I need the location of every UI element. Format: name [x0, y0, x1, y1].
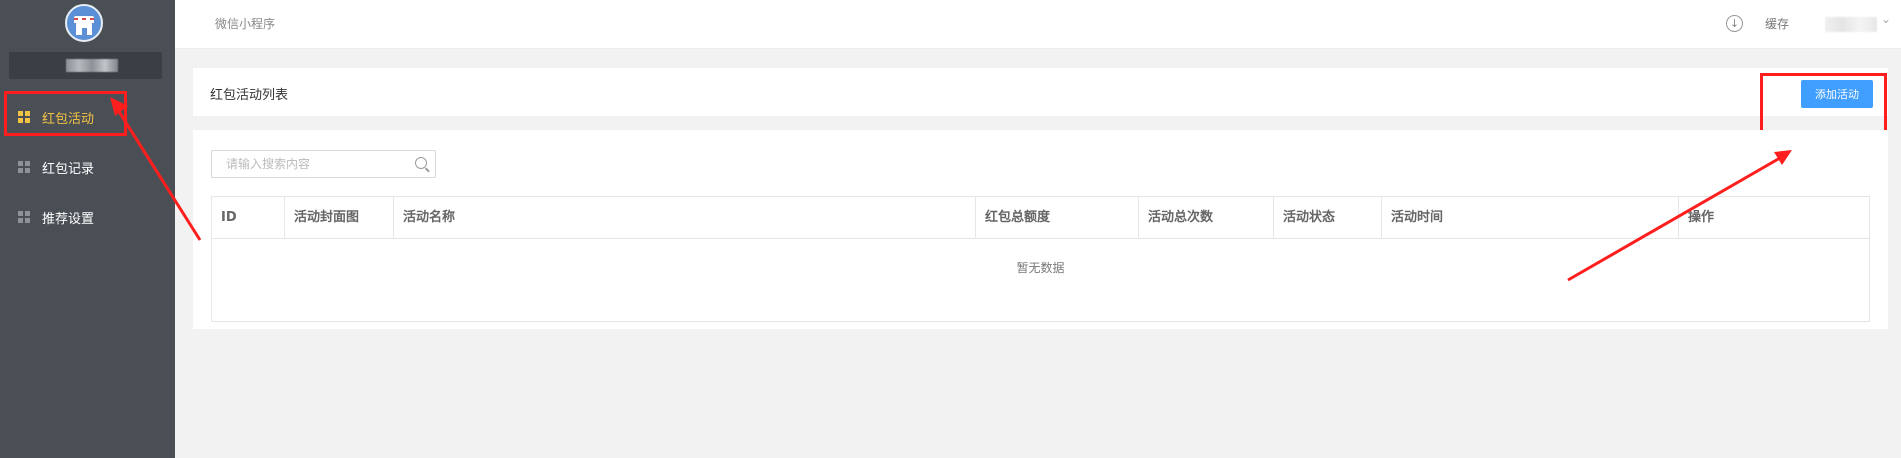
column-header-name: 活动名称: [394, 197, 976, 239]
grid-icon: [18, 211, 30, 223]
header-title: 微信小程序: [215, 17, 276, 31]
empty-state: 暂无数据: [212, 239, 1869, 323]
username-badge: [9, 52, 162, 79]
sidebar: 红包活动 红包记录 推荐设置: [0, 0, 175, 458]
top-header: 微信小程序 ↓ 缓存 ⌄: [175, 0, 1901, 49]
title-card: 红包活动列表 添加活动: [193, 68, 1888, 116]
column-header-time: 活动时间: [1382, 197, 1679, 239]
sidebar-item-red-packet-records[interactable]: 红包记录: [0, 142, 175, 192]
activity-table: ID 活动封面图 活动名称 红包总额度 活动总次数 活动状态 活动时间 操作 暂…: [211, 196, 1870, 322]
page-title: 红包活动列表: [210, 88, 289, 103]
table-header: ID 活动封面图 活动名称 红包总额度 活动总次数 活动状态 活动时间 操作: [212, 197, 1869, 239]
column-header-total-amount: 红包总额度: [976, 197, 1139, 239]
redacted-username: [66, 59, 118, 72]
content-card: ID 活动封面图 活动名称 红包总额度 活动总次数 活动状态 活动时间 操作 暂…: [193, 130, 1888, 329]
column-header-cover: 活动封面图: [285, 197, 394, 239]
column-header-actions: 操作: [1688, 210, 1715, 225]
column-header-status: 活动状态: [1274, 197, 1382, 239]
search-icon[interactable]: [415, 157, 427, 169]
sidebar-item-recommend-settings[interactable]: 推荐设置: [0, 192, 175, 242]
grid-icon: [18, 161, 30, 173]
search-box: [211, 150, 436, 178]
column-header-id: ID: [212, 197, 285, 239]
sidebar-item-label: 红包记录: [42, 161, 95, 177]
sidebar-item-label: 推荐设置: [42, 211, 95, 227]
redacted-user-menu[interactable]: [1825, 17, 1877, 32]
sidebar-menu: 红包活动 红包记录 推荐设置: [0, 92, 175, 242]
empty-text: 暂无数据: [1016, 261, 1065, 275]
column-header-total-count: 活动总次数: [1139, 197, 1274, 239]
sidebar-item-red-packet-activity[interactable]: 红包活动: [0, 92, 175, 142]
sidebar-item-label: 红包活动: [42, 111, 95, 127]
add-activity-button[interactable]: 添加活动: [1801, 80, 1873, 108]
store-logo-icon: [65, 4, 103, 42]
chevron-down-icon[interactable]: ⌄: [1881, 12, 1891, 26]
download-icon[interactable]: ↓: [1726, 15, 1743, 32]
cache-button[interactable]: 缓存: [1765, 15, 1789, 32]
grid-icon: [18, 111, 30, 123]
search-input[interactable]: [212, 151, 407, 177]
